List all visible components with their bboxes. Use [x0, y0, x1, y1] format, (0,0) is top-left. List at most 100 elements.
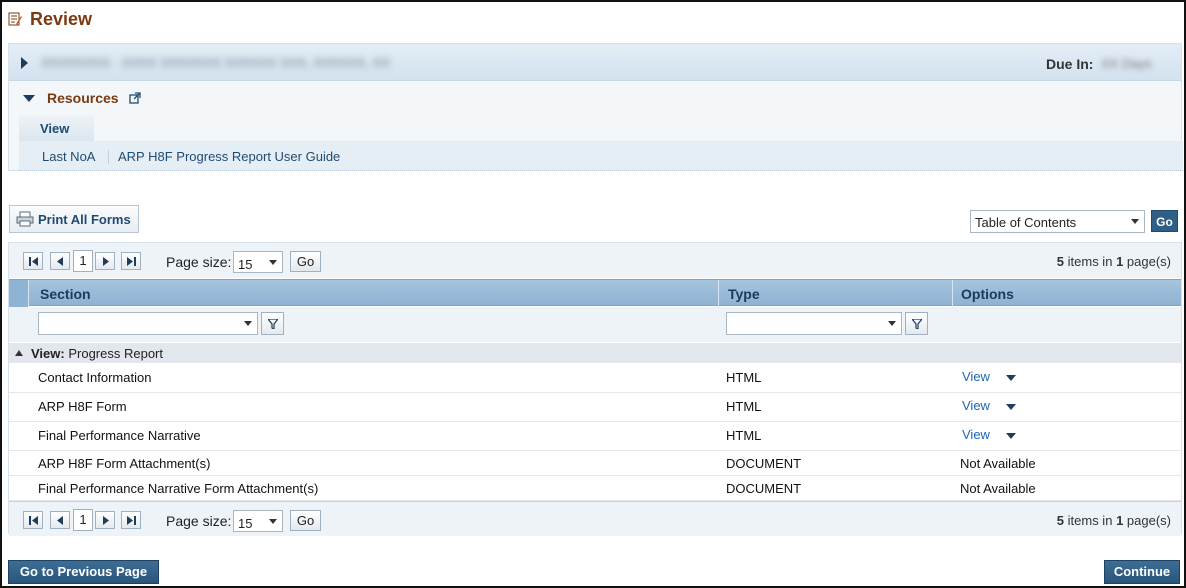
- table-row: ARP H8F Form Attachment(s) DOCUMENT Not …: [9, 451, 1181, 476]
- external-link-icon[interactable]: [128, 92, 141, 104]
- chevron-down-icon: [1131, 219, 1139, 224]
- items-count: 5: [1056, 513, 1065, 528]
- items-text: items in: [1067, 254, 1113, 269]
- page-size-select[interactable]: 15: [233, 510, 283, 532]
- last-page-icon: [127, 516, 136, 525]
- resource-links: Last NoA ARP H8F Progress Report User Gu…: [19, 141, 1183, 171]
- group-label-value: Progress Report: [68, 346, 163, 361]
- title-bar: Review: [8, 8, 92, 30]
- sections-grid: 1 Page size: 15 Go 5 items in 1 page(s) …: [8, 242, 1182, 536]
- last-page-button[interactable]: [121, 252, 141, 270]
- column-header-options: Options: [961, 286, 1014, 302]
- last-noa-link[interactable]: Last NoA: [42, 149, 95, 164]
- page-size-select[interactable]: 15: [233, 251, 283, 273]
- group-label-key: View:: [31, 346, 65, 361]
- section-cell: ARP H8F Form: [38, 399, 127, 414]
- chevron-down-icon: [888, 321, 896, 326]
- next-page-icon: [103, 516, 109, 525]
- view-link[interactable]: View: [962, 427, 990, 442]
- chevron-down-icon: [244, 321, 252, 326]
- grid-header: Section Type Options: [9, 279, 1181, 307]
- link-divider: [108, 150, 109, 164]
- last-page-button[interactable]: [121, 511, 141, 529]
- review-page: Review XXXXXXXX · XXXX XXXXXXX XXXXXX XX…: [0, 0, 1186, 588]
- first-page-button[interactable]: [23, 252, 43, 270]
- section-cell: Contact Information: [38, 370, 152, 385]
- page-size-value: 15: [238, 257, 253, 272]
- due-value: XX Days: [1101, 56, 1152, 71]
- filter-row: [9, 307, 1181, 342]
- last-page-icon: [127, 257, 136, 266]
- current-page-number[interactable]: 1: [73, 250, 93, 272]
- column-header-section[interactable]: Section: [40, 286, 91, 302]
- page-size-label: Page size:: [166, 254, 232, 270]
- prev-page-button[interactable]: [50, 252, 70, 270]
- collapse-group-icon[interactable]: [15, 350, 23, 356]
- page-size-go-button[interactable]: Go: [290, 251, 321, 272]
- pages-text: page(s): [1126, 254, 1171, 269]
- due-label: Due In:: [1046, 56, 1094, 72]
- filter-icon: [912, 319, 922, 329]
- user-guide-link[interactable]: ARP H8F Progress Report User Guide: [118, 149, 340, 164]
- chevron-down-icon: [269, 519, 277, 524]
- section-filter-button[interactable]: [261, 312, 284, 335]
- page-title: Review: [30, 8, 93, 29]
- view-link[interactable]: View: [962, 369, 990, 384]
- options-dropdown-icon[interactable]: [1006, 404, 1016, 410]
- section-cell: Final Performance Narrative: [38, 428, 201, 443]
- table-row: ARP H8F Form HTML View: [9, 393, 1181, 422]
- next-page-icon: [103, 257, 109, 266]
- options-dropdown-icon[interactable]: [1006, 433, 1016, 439]
- current-page-number[interactable]: 1: [73, 509, 93, 531]
- options-dropdown-icon[interactable]: [1006, 375, 1016, 381]
- page-size-value: 15: [238, 516, 253, 531]
- resources-header[interactable]: Resources: [9, 88, 141, 108]
- type-cell: HTML: [726, 428, 762, 443]
- table-row: Contact Information HTML View: [9, 364, 1181, 393]
- column-header-type[interactable]: Type: [728, 286, 760, 302]
- expand-caret-icon[interactable]: [21, 57, 28, 69]
- items-text: items in: [1067, 513, 1113, 528]
- section-cell: Final Performance Narrative Form Attachm…: [38, 481, 319, 496]
- continue-button[interactable]: Continue: [1104, 560, 1180, 584]
- pages-text: page(s): [1126, 513, 1171, 528]
- prev-page-button[interactable]: [50, 511, 70, 529]
- option-cell: Not Available: [960, 481, 1036, 496]
- info-panel: XXXXXXXX · XXXX XXXXXXX XXXXXX XXX, XXXX…: [8, 43, 1183, 171]
- column-divider: [718, 280, 719, 307]
- previous-page-button[interactable]: Go to Previous Page: [8, 560, 159, 584]
- group-label: View: Progress Report: [31, 346, 163, 361]
- pager-top: 1 Page size: 15 Go 5 items in 1 page(s): [9, 243, 1181, 278]
- type-filter-button[interactable]: [905, 312, 928, 335]
- view-link[interactable]: View: [962, 398, 990, 413]
- section-filter-select[interactable]: [38, 312, 258, 335]
- print-all-forms-label: Print All Forms: [38, 211, 131, 227]
- next-page-button[interactable]: [95, 511, 115, 529]
- edit-document-icon: [8, 12, 22, 26]
- type-cell: DOCUMENT: [726, 456, 802, 471]
- print-all-forms-button[interactable]: Print All Forms: [9, 205, 139, 233]
- pages-count: 1: [1116, 254, 1124, 269]
- group-row[interactable]: View: Progress Report: [9, 343, 1181, 363]
- collapse-caret-icon[interactable]: [23, 94, 35, 102]
- chevron-down-icon: [269, 260, 277, 265]
- filter-icon: [268, 319, 278, 329]
- table-row: Final Performance Narrative Form Attachm…: [9, 476, 1181, 501]
- toc-go-button[interactable]: Go: [1151, 210, 1178, 232]
- prev-page-icon: [57, 257, 63, 266]
- type-filter-select[interactable]: [726, 312, 902, 335]
- column-divider: [952, 280, 953, 307]
- page-size-go-button[interactable]: Go: [290, 510, 321, 531]
- organization-name: XXXXXXXX · XXXX XXXXXXX XXXXXX XXX, XXXX…: [41, 55, 390, 70]
- items-info: 5 items in 1 page(s): [1057, 513, 1171, 528]
- org-header[interactable]: XXXXXXXX · XXXX XXXXXXX XXXXXX XXX, XXXX…: [9, 44, 1181, 81]
- tab-view[interactable]: View: [19, 115, 94, 141]
- prev-page-icon: [57, 516, 63, 525]
- first-page-icon: [29, 257, 38, 266]
- table-of-contents-select[interactable]: Table of Contents: [970, 210, 1145, 233]
- section-cell: ARP H8F Form Attachment(s): [38, 456, 211, 471]
- first-page-button[interactable]: [23, 511, 43, 529]
- resources-label: Resources: [47, 90, 119, 106]
- pages-count: 1: [1116, 513, 1124, 528]
- next-page-button[interactable]: [95, 252, 115, 270]
